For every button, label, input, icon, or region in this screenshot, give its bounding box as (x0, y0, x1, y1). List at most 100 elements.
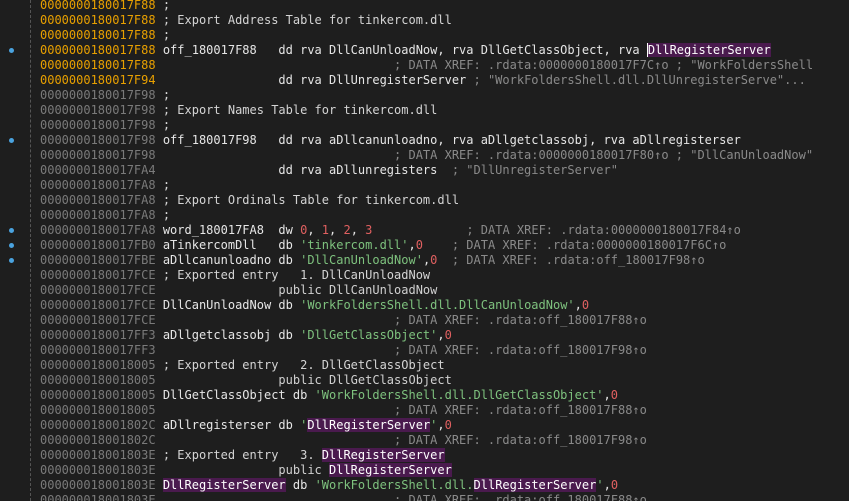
line-token: off_180017F98 dd rva aDllcanunloadno, rv… (162, 133, 741, 147)
line-token: 'DllCanUnloadNow' (300, 253, 423, 267)
line-token: 'WorkFoldersShell.dll. (314, 478, 474, 492)
listing-line[interactable]: 0000000180017FA4 dd rva aDllunregisters … (40, 163, 813, 178)
address[interactable]: 000000018001803E (40, 448, 156, 462)
line-token: 'DllGetClassObject' (300, 328, 438, 342)
highlighted-symbol[interactable]: DllRegisterServer (329, 463, 452, 477)
listing-line[interactable]: 0000000180017FA8 word_180017FA8 dw 0, 1,… (9, 223, 813, 238)
listing-line[interactable]: 000000018001803E DllRegisterServer db 'W… (40, 478, 813, 493)
address[interactable]: 0000000180017F88 (40, 13, 156, 27)
highlighted-symbol[interactable]: DllRegisterServer (646, 43, 771, 57)
disassembly-view[interactable]: 0000000180017F88 ; 0000000180017F88 ; Exp… (0, 0, 849, 501)
listing-line[interactable]: 0000000180018005 ; DATA XREF: .rdata:off… (40, 403, 813, 418)
address[interactable]: 0000000180017FA4 (40, 163, 156, 177)
listing-line[interactable]: 0000000180017F98 ; DATA XREF: .rdata:000… (40, 148, 813, 163)
listing-line[interactable]: 0000000180017F88 ; Export Address Table … (40, 13, 813, 28)
address[interactable]: 0000000180018005 (40, 403, 156, 417)
listing-line[interactable]: 0000000180017FB0 aTinkercomDll db 'tinke… (9, 238, 813, 253)
listing-line[interactable]: 0000000180018005 ; Exported entry 2. Dll… (40, 358, 813, 373)
xref-marker-icon (9, 258, 14, 263)
listing-line[interactable]: 0000000180017FA8 ; (40, 178, 813, 193)
line-token: aTinkercomDll db (162, 238, 301, 252)
address[interactable]: 0000000180018005 (40, 373, 156, 387)
address[interactable]: 0000000180017FA8 (40, 193, 156, 207)
listing-line[interactable]: 0000000180017F94 dd rva DllUnregisterSer… (40, 73, 813, 88)
address[interactable]: 0000000180017FA8 (40, 223, 156, 237)
listing-line[interactable]: 0000000180017FF3 ; DATA XREF: .rdata:off… (40, 343, 813, 358)
listing-line[interactable]: 0000000180017FCE DllCanUnloadNow db 'Wor… (40, 298, 813, 313)
address[interactable]: 0000000180017FA8 (40, 208, 156, 222)
listing-line[interactable]: 0000000180017FCE ; DATA XREF: .rdata:off… (40, 313, 813, 328)
listing-line[interactable]: 000000018001803E ; Exported entry 3. Dll… (40, 448, 813, 463)
address[interactable]: 0000000180017FB0 (40, 238, 156, 252)
line-token: , (350, 223, 366, 237)
line-token: aDllgetclassobj db (162, 328, 301, 342)
highlighted-symbol[interactable]: DllRegisterServer (307, 418, 431, 432)
address[interactable]: 0000000180017F94 (40, 73, 156, 87)
address[interactable]: 0000000180017F88 (40, 58, 156, 72)
listing-line[interactable]: 0000000180017FA8 ; (40, 208, 813, 223)
address[interactable]: 0000000180017F98 (40, 118, 156, 132)
line-token: ; "WorkFoldersShell.dll.DllUnregisterSer… (466, 73, 806, 87)
listing-line[interactable]: 0000000180017FA8 ; Export Ordinals Table… (40, 193, 813, 208)
address[interactable]: 0000000180018005 (40, 388, 156, 402)
listing-line[interactable]: 000000018001802C aDllregisterser db 'Dll… (40, 418, 813, 433)
listing-line[interactable]: 000000018001803E public DllRegisterServe… (40, 463, 813, 478)
line-token: ; DATA XREF: .rdata:off_180017F98↑o (437, 253, 705, 267)
listing-line[interactable]: 0000000180017FCE public DllCanUnloadNow (40, 283, 813, 298)
line-token: ; DATA XREF: .rdata:off_180017F98↑o (162, 433, 647, 447)
listing-line[interactable]: 0000000180017F98 ; (40, 118, 813, 133)
line-token: DllGetClassObject db (162, 388, 315, 402)
listing-line[interactable]: 0000000180017F88 ; (40, 0, 813, 13)
address[interactable]: 0000000180017F88 (40, 43, 156, 57)
line-text: ; Export Address Table for tinkercom.dll (162, 13, 452, 27)
line-token: 0 (610, 388, 618, 402)
line-text: ; (162, 28, 171, 42)
address[interactable]: 0000000180017FF3 (40, 343, 156, 357)
address[interactable]: 0000000180017F98 (40, 148, 156, 162)
address[interactable]: 0000000180017F98 (40, 103, 156, 117)
listing: 0000000180017F88 ; 0000000180017F88 ; Exp… (9, 0, 813, 501)
address[interactable]: 0000000180017FCE (40, 298, 156, 312)
address[interactable]: 0000000180018005 (40, 358, 156, 372)
line-text: ; (162, 118, 171, 132)
address[interactable]: 000000018001802C (40, 418, 156, 432)
highlighted-symbol[interactable]: DllRegisterServer (162, 478, 286, 492)
line-token: ; DATA XREF: .rdata:off_180017F88↑o (162, 313, 647, 327)
address[interactable]: 0000000180017FA8 (40, 178, 156, 192)
line-token: ; DATA XREF: .rdata:off_180017F98↑o (162, 343, 647, 357)
listing-line[interactable]: 0000000180017F88 ; (40, 28, 813, 43)
address[interactable]: 0000000180017FF3 (40, 328, 156, 342)
line-token: db (285, 478, 315, 492)
listing-line[interactable]: 000000018001803E ; DATA XREF: .rdata:off… (40, 493, 813, 501)
address[interactable]: 0000000180017FCE (40, 268, 156, 282)
listing-line[interactable]: 0000000180017F98 off_180017F98 dd rva aD… (9, 133, 813, 148)
address[interactable]: 0000000180017FCE (40, 283, 156, 297)
listing-line[interactable]: 0000000180017F88 off_180017F88 dd rva Dl… (9, 43, 813, 58)
address[interactable]: 0000000180017F98 (40, 133, 156, 147)
address[interactable]: 0000000180017FBE (40, 253, 156, 267)
listing-line[interactable]: 0000000180017F98 ; Export Names Table fo… (40, 103, 813, 118)
line-text: ; (162, 88, 171, 102)
address[interactable]: 000000018001803E (40, 463, 156, 477)
address[interactable]: 0000000180017FCE (40, 313, 156, 327)
address[interactable]: 000000018001802C (40, 433, 156, 447)
address[interactable]: 0000000180017F88 (40, 0, 156, 12)
listing-line[interactable]: 0000000180017FF3 aDllgetclassobj db 'Dll… (40, 328, 813, 343)
listing-line[interactable]: 0000000180017FBE aDllcanunloadno db 'Dll… (9, 253, 813, 268)
listing-line[interactable]: 0000000180017F88 ; DATA XREF: .rdata:000… (40, 58, 813, 73)
line-token: , (307, 223, 322, 237)
line-token: , (603, 478, 611, 492)
address[interactable]: 0000000180017F98 (40, 88, 156, 102)
highlighted-symbol[interactable]: DllRegisterServer (473, 478, 597, 492)
listing-line[interactable]: 000000018001802C ; DATA XREF: .rdata:off… (40, 433, 813, 448)
listing-line[interactable]: 0000000180018005 DllGetClassObject db 'W… (40, 388, 813, 403)
listing-line[interactable]: 0000000180017FCE ; Exported entry 1. Dll… (40, 268, 813, 283)
listing-line[interactable]: 0000000180018005 public DllGetClassObjec… (40, 373, 813, 388)
address[interactable]: 000000018001803E (40, 493, 156, 501)
listing-line[interactable]: 0000000180017F98 ; (40, 88, 813, 103)
address[interactable]: 0000000180017F88 (40, 28, 156, 42)
line-text: public DllCanUnloadNow (162, 283, 438, 297)
address[interactable]: 000000018001803E (40, 478, 156, 492)
line-token: , (329, 223, 344, 237)
highlighted-symbol[interactable]: DllRegisterServer (321, 448, 445, 462)
